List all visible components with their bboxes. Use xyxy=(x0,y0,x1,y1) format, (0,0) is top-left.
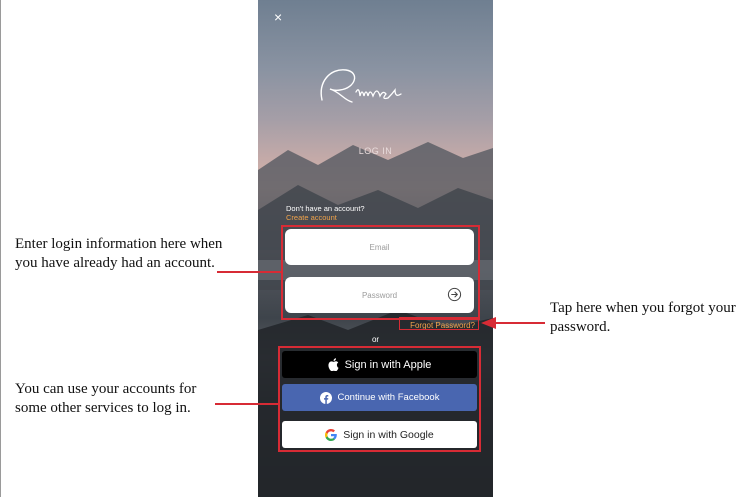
forgot-password-highlight xyxy=(399,317,479,330)
forgot-password-annotation: Tap here when you forgot your password. xyxy=(550,300,736,335)
page-title: LOG IN xyxy=(358,146,393,156)
left-border xyxy=(0,0,1,497)
close-icon[interactable]: × xyxy=(274,10,282,24)
create-account-link[interactable]: Create account xyxy=(286,213,337,222)
sso-annotation: You can use your accounts for some other… xyxy=(15,381,197,416)
login-annotation: Enter login information here when you ha… xyxy=(15,236,223,271)
or-separator: or xyxy=(371,335,380,344)
login-fields-highlight xyxy=(281,225,480,320)
svg-text:Riiiver: Riiiver xyxy=(310,62,313,63)
riiiver-logo: Riiiver xyxy=(310,62,402,103)
sso-buttons-highlight xyxy=(278,346,481,452)
no-account-text: Don't have an account? xyxy=(286,204,365,213)
